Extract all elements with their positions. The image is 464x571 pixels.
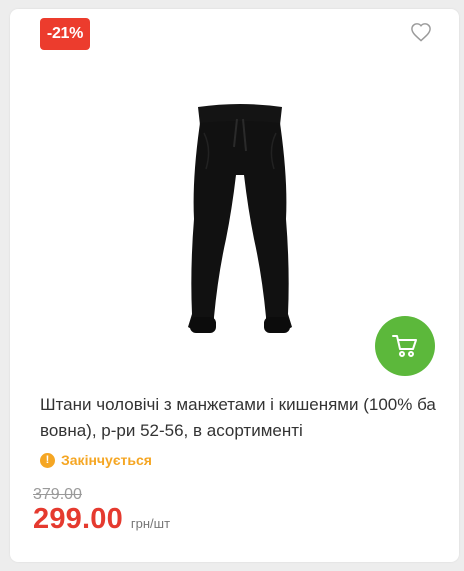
old-price: 379.00 <box>33 486 82 503</box>
product-title[interactable]: Штани чоловічі з манжетами і кишенями (1… <box>40 392 440 444</box>
stock-status: ! Закінчується <box>40 450 152 470</box>
heart-icon <box>411 23 431 42</box>
shopping-cart-icon <box>392 335 417 357</box>
product-card[interactable]: -21% Штани чоловічі з манжетами і кишеня… <box>10 9 459 562</box>
exclamation-icon: ! <box>40 452 55 468</box>
favorite-button[interactable] <box>410 22 436 46</box>
add-to-cart-button[interactable] <box>375 316 435 376</box>
stock-status-label: Закінчується <box>61 452 152 468</box>
current-price: 299.00 <box>33 503 123 535</box>
price-row: 299.00 грн/шт <box>33 503 170 536</box>
price-unit: грн/шт <box>130 516 171 531</box>
product-image[interactable] <box>170 99 310 349</box>
discount-badge: -21% <box>40 18 90 50</box>
